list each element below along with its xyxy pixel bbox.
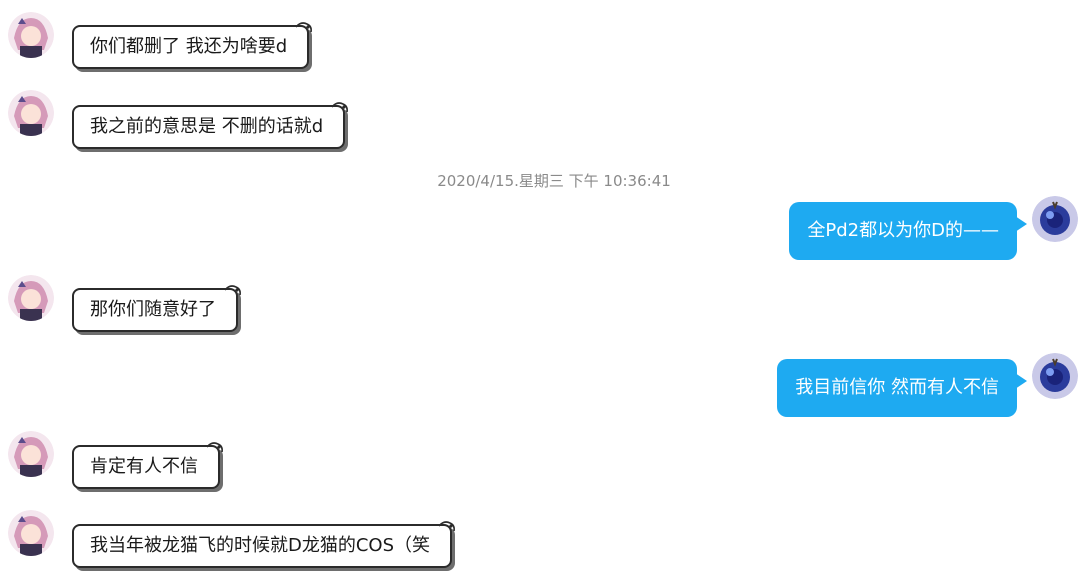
message-bubble[interactable]: 我之前的意思是 不删的话就d <box>72 102 349 149</box>
message-bubble[interactable]: 肯定有人不信 <box>72 442 223 489</box>
message-bubble[interactable]: 我当年被龙猫飞的时候就D龙猫的COS（笑 <box>72 521 455 568</box>
message-text: 我之前的意思是 不删的话就d <box>90 116 324 137</box>
self-avatar[interactable] <box>1032 196 1078 242</box>
message-text: 我当年被龙猫飞的时候就D龙猫的COS（笑 <box>90 535 431 556</box>
message-text: 那你们随意好了 <box>90 299 216 320</box>
message-text: 肯定有人不信 <box>90 456 198 477</box>
message-bubble[interactable]: 你们都删了 我还为啥要d <box>72 22 313 69</box>
bubble-tail <box>1015 373 1027 389</box>
page-curl-icon <box>295 20 313 34</box>
bubble-tail <box>1015 216 1027 232</box>
contact-avatar[interactable] <box>8 275 54 321</box>
page-curl-icon <box>331 100 349 114</box>
contact-avatar[interactable] <box>8 12 54 58</box>
message-bubble[interactable]: 那你们随意好了 <box>72 285 241 332</box>
contact-avatar[interactable] <box>8 431 54 477</box>
message-bubble-self[interactable]: 我目前信你 然而有人不信 <box>777 359 1027 417</box>
contact-avatar[interactable] <box>8 90 54 136</box>
message-text: 你们都删了 我还为啥要d <box>90 36 288 57</box>
self-avatar[interactable] <box>1032 353 1078 399</box>
page-curl-icon <box>438 519 456 533</box>
page-curl-icon <box>224 283 242 297</box>
message-text: 我目前信你 然而有人不信 <box>795 377 999 398</box>
page-curl-icon <box>206 440 224 454</box>
message-bubble-self[interactable]: 全Pd2都以为你D的—— <box>789 202 1027 260</box>
chat-timestamp: 2020/4/15.星期三 下午 10:36:41 <box>437 172 671 190</box>
message-text: 全Pd2都以为你D的—— <box>807 220 999 241</box>
contact-avatar[interactable] <box>8 510 54 556</box>
